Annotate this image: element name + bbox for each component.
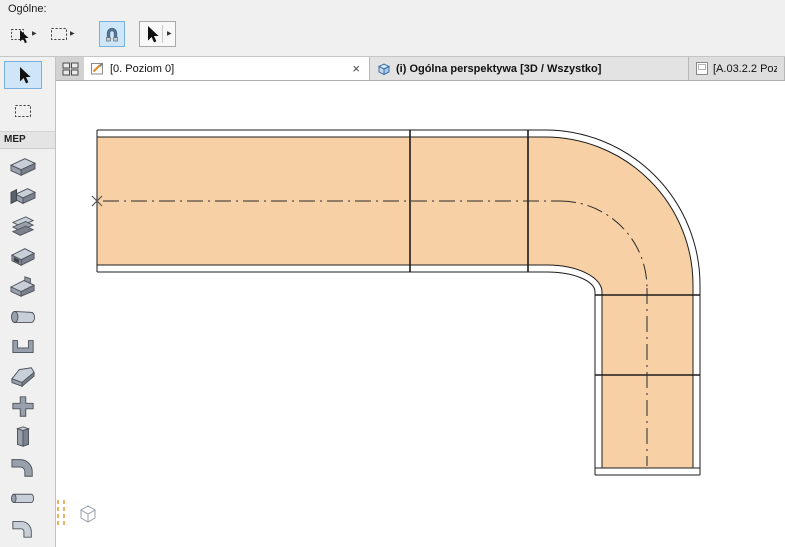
tab-layout[interactable]: [A.03.2.2 Poziom [689, 57, 785, 80]
quad-view-button[interactable] [56, 57, 84, 80]
top-toolbar: Ogólne: ▶ ▶ [0, 0, 785, 57]
magnet-icon [103, 25, 121, 43]
select-tool-button[interactable] [4, 61, 42, 89]
arrow-cursor-icon [15, 66, 32, 85]
guide-marks [58, 500, 64, 527]
mep-tool-duct-straight[interactable] [4, 153, 42, 181]
pipe-bend-icon [9, 515, 37, 539]
layout-icon [696, 62, 708, 75]
duct-elbow-icon [9, 455, 37, 479]
tool-cursor-icon [81, 506, 95, 522]
duct-elbow-fitting[interactable] [528, 137, 693, 295]
duct-channel-icon [9, 335, 37, 359]
arrow-cursor-icon [143, 25, 160, 44]
magnet-toggle-button[interactable] [99, 21, 125, 47]
duct-cross-icon [9, 395, 37, 419]
tab-close-button[interactable]: × [350, 62, 362, 75]
mep-tool-duct-layers[interactable] [4, 213, 42, 241]
mep-tool-pipe-bend[interactable] [4, 513, 42, 541]
duct-transition-icon [9, 365, 37, 389]
mep-tool-duct-transition[interactable] [4, 363, 42, 391]
tab-label: (i) Ogólna perspektywa [3D / Wszystko] [396, 63, 601, 75]
drawing-canvas[interactable] [56, 81, 785, 547]
marquee-icon [50, 27, 68, 41]
marquee-tool-button[interactable] [4, 97, 42, 125]
dropdown-arrow-icon[interactable]: ▶ [70, 31, 75, 37]
duct-vertical-icon [9, 425, 37, 449]
view-tab-bar: [0. Poziom 0] × (i) Ogólna perspektywa [… [56, 57, 785, 81]
duct-straight-icon [9, 155, 37, 179]
duct-layers-icon [9, 215, 37, 239]
floor-plan-icon [91, 62, 105, 75]
tab-label: [0. Poziom 0] [110, 63, 174, 75]
arrow-tool-split-button[interactable]: ▶ [139, 21, 176, 47]
duct-round-icon [9, 305, 37, 329]
tab-3d-perspective[interactable]: (i) Ogólna perspektywa [3D / Wszystko] [370, 57, 689, 80]
application-window: Ogólne: ▶ ▶ [0, 0, 785, 547]
pipe-straight-icon [9, 485, 37, 509]
dropdown-arrow-icon[interactable]: ▶ [32, 31, 37, 37]
mep-tool-duct-round[interactable] [4, 303, 42, 331]
mep-tool-duct-cross[interactable] [4, 393, 42, 421]
dropdown-arrow-icon[interactable]: ▶ [162, 25, 172, 43]
3d-view-icon [377, 62, 391, 76]
mep-section-header[interactable]: MEP [0, 131, 55, 149]
mep-tool-duct-channel[interactable] [4, 333, 42, 361]
duct-branch-icon [9, 275, 37, 299]
toolbox-sidebar: MEP [0, 57, 56, 547]
mep-tool-duct-elbow[interactable] [4, 453, 42, 481]
tab-floor-plan[interactable]: [0. Poziom 0] × [84, 57, 370, 80]
toolbar-section-label: Ogólne: [8, 3, 47, 15]
mep-tool-duct-vertical[interactable] [4, 423, 42, 451]
duct-flange-icon [9, 185, 37, 209]
tab-label: [A.03.2.2 Poziom [713, 63, 777, 75]
mep-tool-duct-branch[interactable] [4, 273, 42, 301]
marquee-options-button[interactable]: ▶ [46, 21, 79, 47]
cursor-marquee-icon [10, 25, 30, 44]
mep-tool-duct-inline-unit[interactable] [4, 243, 42, 271]
duct-inline-unit-icon [9, 245, 37, 269]
mep-tool-duct-flange[interactable] [4, 183, 42, 211]
selection-options-button[interactable]: ▶ [6, 21, 41, 47]
marquee-icon [14, 104, 32, 118]
mep-tool-pipe-straight[interactable] [4, 483, 42, 511]
quad-view-icon [62, 62, 79, 76]
